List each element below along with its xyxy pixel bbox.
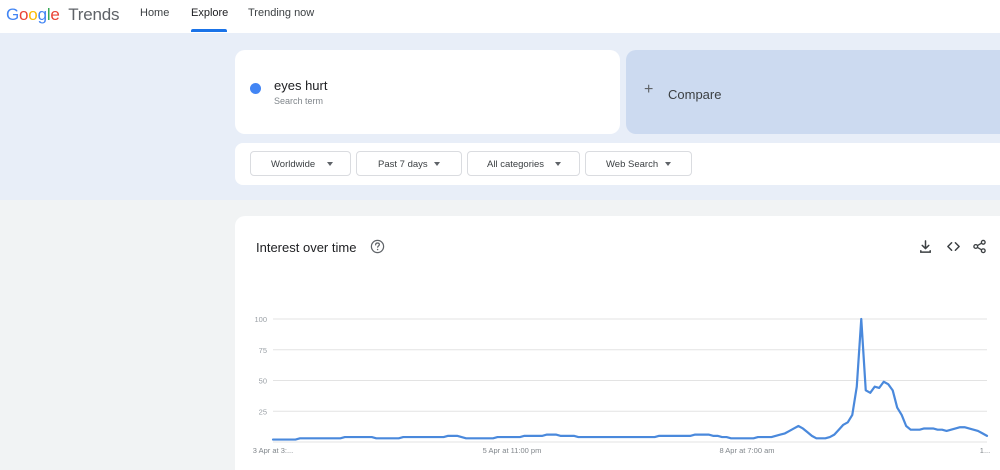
google-trends-logo[interactable]: Google Trends (6, 5, 119, 25)
x-tick-label: 3 Apr at 3:... (253, 446, 293, 455)
y-tick-label: 50 (259, 377, 267, 386)
term-color-dot (250, 83, 261, 94)
search-term-name[interactable]: eyes hurt (274, 78, 327, 93)
filter-category-label: All categories (487, 159, 545, 170)
nav-home[interactable]: Home (140, 7, 169, 19)
chevron-down-icon (327, 162, 333, 166)
x-tick-label: 8 Apr at 7:00 am (719, 446, 774, 455)
chevron-down-icon (555, 162, 561, 166)
compare-button[interactable]: + Compare (626, 50, 1000, 134)
nav-explore[interactable]: Explore (191, 7, 228, 19)
filter-category[interactable]: All categories (467, 151, 580, 176)
y-tick-label: 100 (254, 315, 267, 324)
filter-location-label: Worldwide (271, 159, 316, 170)
y-tick-label: 25 (259, 407, 267, 416)
active-tab-indicator (191, 29, 227, 32)
chevron-down-icon (434, 162, 440, 166)
y-tick-label: 75 (259, 346, 267, 355)
top-bar: Google Trends Home Explore Trending now (0, 0, 1000, 33)
nav-trending-now[interactable]: Trending now (248, 7, 314, 19)
logo-trends: Trends (68, 5, 120, 24)
logo-google: Google (6, 5, 60, 24)
filter-search-type-label: Web Search (606, 159, 659, 170)
filter-time-range[interactable]: Past 7 days (356, 151, 462, 176)
x-tick-label: 1... (980, 446, 990, 455)
filter-location[interactable]: Worldwide (250, 151, 351, 176)
filter-search-type[interactable]: Web Search (585, 151, 692, 176)
chevron-down-icon (665, 162, 671, 166)
interest-line-chart: 100 75 50 25 3 Apr at 3:... 5 Apr at 11:00 p… (253, 315, 990, 455)
search-term-type: Search term (274, 96, 324, 106)
search-term-card[interactable]: eyes hurt Search term (235, 50, 620, 134)
filter-time-range-label: Past 7 days (378, 159, 428, 170)
series-line-eyes-hurt[interactable] (271, 317, 989, 441)
interest-over-time-card: Interest over time 100 75 50 25 3 Apr at 3:… (235, 216, 1000, 470)
x-tick-label: 5 Apr at 11:00 pm (483, 446, 542, 455)
plus-icon: + (644, 81, 654, 98)
filter-bar: Worldwide Past 7 days All categories Web… (235, 143, 1000, 185)
compare-label: Compare (668, 87, 722, 102)
